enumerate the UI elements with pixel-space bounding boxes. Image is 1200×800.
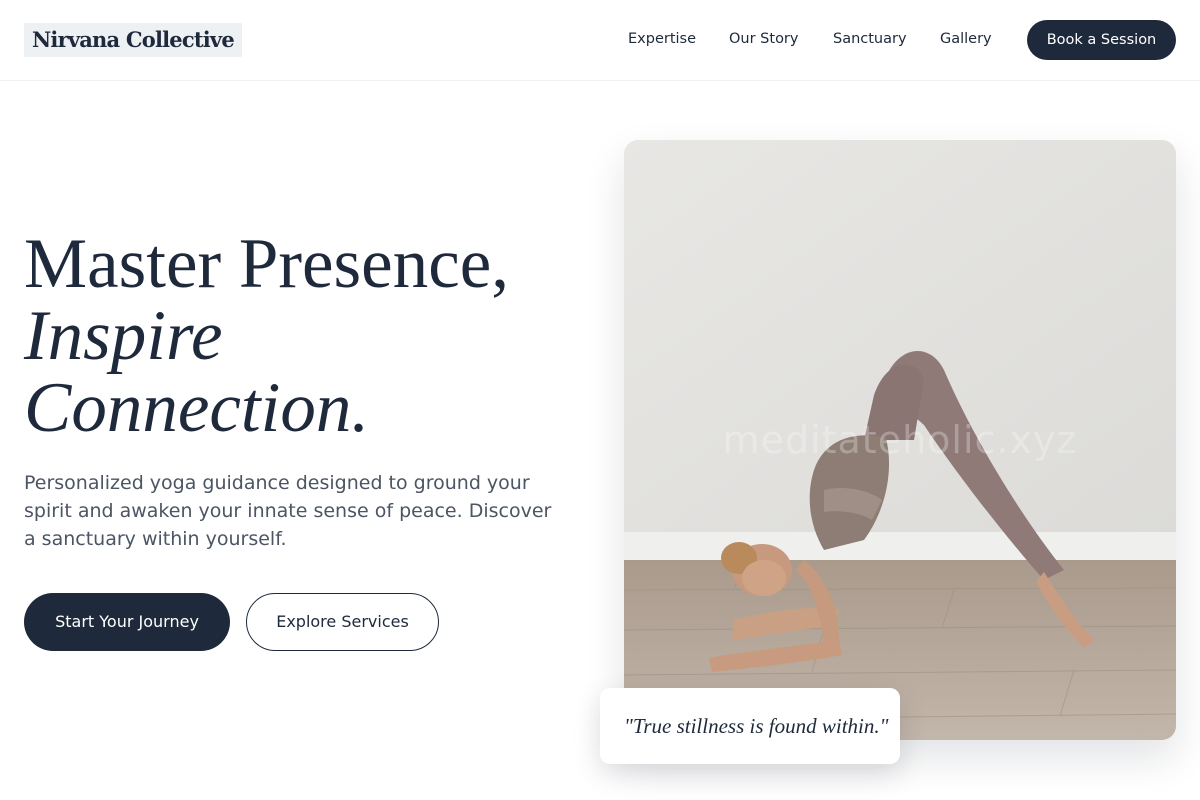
quote-text: "True stillness is found within." — [624, 714, 889, 738]
hero-title-line3: Connection. — [24, 369, 370, 447]
hero-description: Personalized yoga guidance designed to g… — [24, 472, 552, 550]
brand-logo[interactable]: Nirvana Collective — [24, 23, 242, 57]
yoga-pose-illustration — [624, 140, 1176, 740]
start-journey-button[interactable]: Start Your Journey — [24, 593, 230, 651]
nav-link-gallery[interactable]: Gallery — [940, 29, 992, 49]
hero-title-line2: Inspire — [24, 297, 223, 375]
book-session-button[interactable]: Book a Session — [1027, 20, 1176, 60]
nav-link-our-story[interactable]: Our Story — [729, 29, 798, 49]
hero-title-line1: Master Presence, — [24, 225, 509, 303]
nav-link-expertise[interactable]: Expertise — [628, 29, 696, 49]
hero-image: meditateholic.xyz — [624, 140, 1176, 740]
explore-services-button[interactable]: Explore Services — [246, 593, 439, 651]
hero-title: Master Presence, Inspire Connection. — [24, 228, 584, 444]
quote-card: "True stillness is found within." — [600, 688, 900, 764]
navbar: Nirvana Collective Expertise Our Story S… — [0, 0, 1200, 81]
nav-link-sanctuary[interactable]: Sanctuary — [833, 29, 907, 49]
